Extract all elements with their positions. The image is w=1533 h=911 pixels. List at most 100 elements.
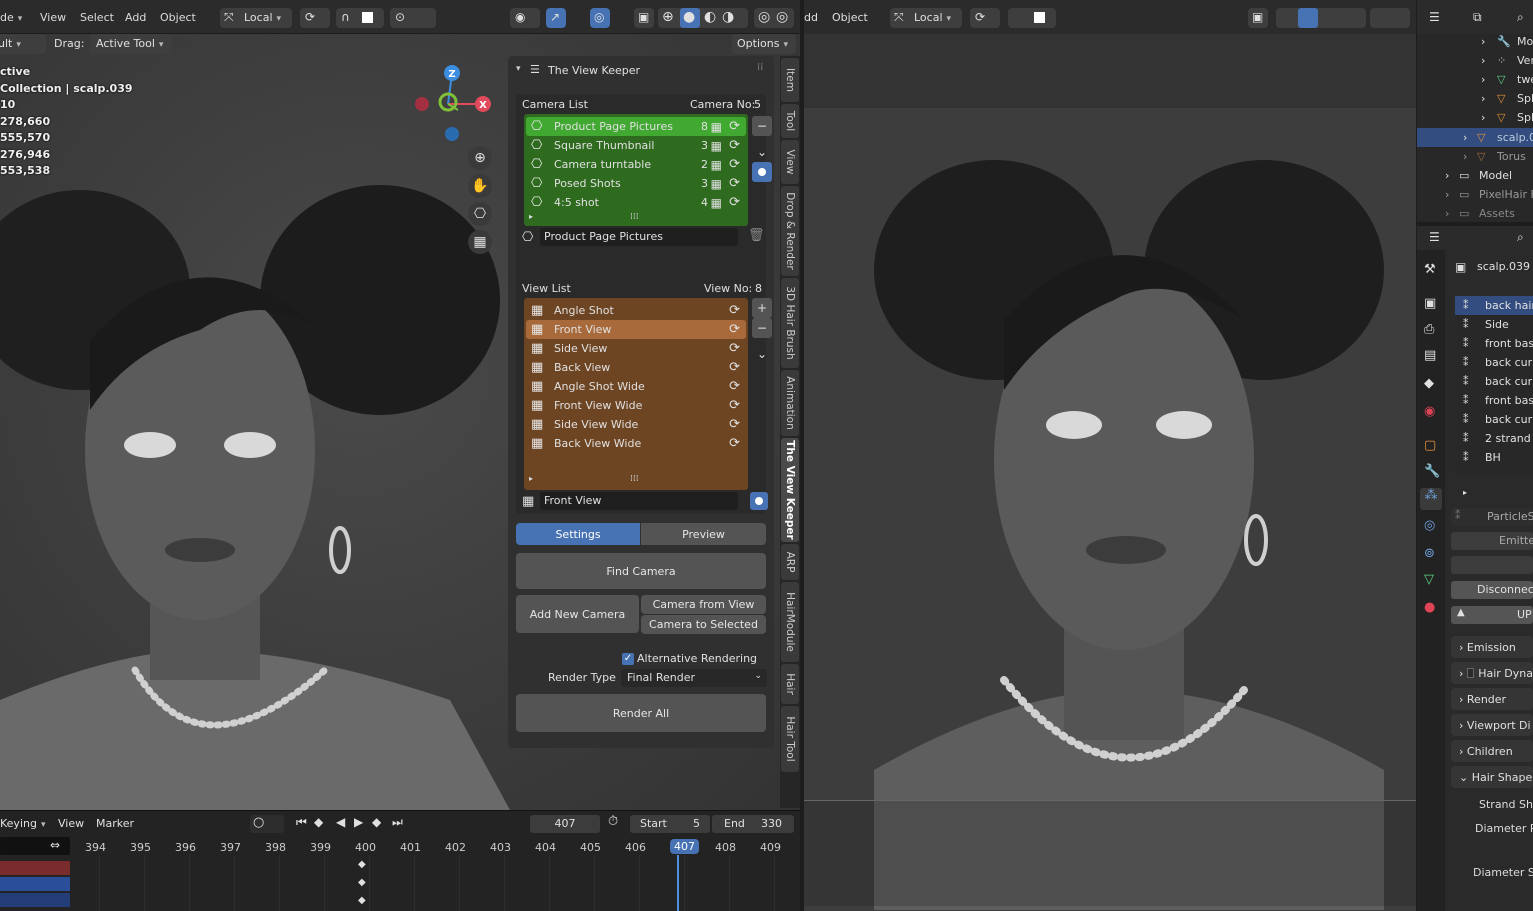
- visibility-dropdown[interactable]: ◉: [510, 8, 540, 28]
- data-tab-icon[interactable]: ▽: [1424, 572, 1434, 587]
- list-item[interactable]: ⁑ back hair: [1455, 296, 1533, 315]
- editor-type-icon[interactable]: ☰: [1429, 230, 1440, 244]
- preset-dropdown[interactable]: ult: [0, 34, 46, 54]
- snap-toggle[interactable]: ∩: [336, 8, 384, 28]
- channel-search-field[interactable]: ⇔: [0, 837, 70, 855]
- tab-animation[interactable]: Animation: [781, 370, 799, 436]
- list-item[interactable]: › ▽ Torus: [1417, 147, 1533, 166]
- frame-number[interactable]: 401: [400, 841, 421, 854]
- list-item[interactable]: ⁑ back curl: [1455, 410, 1533, 429]
- world-tab-icon[interactable]: ◉: [1424, 404, 1435, 419]
- alt-rendering-checkbox[interactable]: ✓: [622, 653, 634, 665]
- find-camera-button[interactable]: Find Camera: [516, 553, 766, 589]
- frame-number[interactable]: 406: [625, 841, 646, 854]
- modifier-tab-icon[interactable]: 🔧: [1424, 464, 1440, 479]
- sync-icon[interactable]: ⟳: [729, 398, 740, 413]
- disconnect-button[interactable]: Disconnec: [1451, 581, 1533, 599]
- camera-to-selected-button[interactable]: Camera to Selected: [641, 615, 766, 634]
- expand-arrow-icon[interactable]: ›: [1445, 207, 1449, 220]
- tab-drop-render[interactable]: Drop & Render: [781, 186, 799, 276]
- tab-hair[interactable]: Hair: [781, 664, 799, 704]
- frame-number[interactable]: 396: [175, 841, 196, 854]
- shading-modes[interactable]: [1276, 8, 1366, 28]
- list-item[interactable]: ▦ Front View Wide ⟳: [526, 396, 746, 415]
- view-list[interactable]: ▦ Angle Shot ⟳ ▦ Front View ⟳ ▦ Side View ⟳ ▦ B…: [524, 298, 748, 490]
- sync-icon[interactable]: ⟳: [729, 303, 740, 318]
- frame-number[interactable]: 407: [670, 839, 699, 854]
- overlay-toggle[interactable]: ◎: [590, 8, 610, 28]
- section-emission[interactable]: › Emission: [1451, 636, 1533, 658]
- wireframe-icon[interactable]: ⊕: [662, 9, 674, 25]
- pivot-dropdown[interactable]: ⟳: [970, 8, 1000, 28]
- navigation-gizmo[interactable]: Z X: [410, 62, 500, 152]
- frame-number[interactable]: 402: [445, 841, 466, 854]
- search-icon[interactable]: ⌕: [1517, 230, 1524, 245]
- orientation-dropdown[interactable]: ⤧ Local: [220, 8, 292, 28]
- render-toggles[interactable]: [1370, 8, 1410, 28]
- list-item[interactable]: ⁑ front bas: [1455, 391, 1533, 410]
- section-hair-shape[interactable]: ⌄ Hair Shape: [1451, 766, 1533, 788]
- view-toggle-button[interactable]: [750, 492, 768, 510]
- remove-view-button[interactable]: −: [752, 318, 772, 338]
- list-item[interactable]: ▦ Side View Wide ⟳: [526, 415, 746, 434]
- search-icon[interactable]: ⌕: [1517, 10, 1524, 25]
- camera-from-view-button[interactable]: Camera from View: [641, 595, 766, 614]
- menu-view[interactable]: View: [40, 11, 66, 24]
- grid-icon[interactable]: ▦: [468, 230, 492, 254]
- tab-item[interactable]: Item: [781, 58, 799, 102]
- sync-icon[interactable]: ⟳: [729, 379, 740, 394]
- expand-arrow-icon[interactable]: ▸: [1463, 488, 1467, 497]
- playhead-line[interactable]: [677, 855, 679, 911]
- view-layer-tab-icon[interactable]: ▤: [1424, 348, 1436, 363]
- list-item[interactable]: ›▽twe: [1417, 70, 1533, 89]
- sync-icon[interactable]: ⟳: [729, 195, 740, 210]
- expand-arrow-icon[interactable]: ›: [1481, 92, 1485, 105]
- tab-preview[interactable]: Preview: [641, 523, 766, 545]
- particles-tab-icon[interactable]: ⁂: [1420, 488, 1442, 510]
- panel-collapse-icon[interactable]: ▾: [516, 64, 521, 74]
- character-model[interactable]: [0, 180, 510, 810]
- object-tab-icon[interactable]: ▢: [1424, 438, 1436, 453]
- solid-shading-button[interactable]: ●: [680, 8, 700, 28]
- add-new-camera-button[interactable]: Add New Camera: [516, 595, 639, 633]
- render-tab-icon[interactable]: ▣: [1424, 296, 1436, 311]
- menu-add[interactable]: Add: [125, 11, 146, 24]
- physics-tab-icon[interactable]: ◎: [1424, 518, 1435, 533]
- sync-icon[interactable]: ⟳: [729, 322, 740, 337]
- expand-arrow-icon[interactable]: ▸: [529, 474, 533, 483]
- menu-select[interactable]: Select: [80, 11, 114, 24]
- emitter-dropdown[interactable]: Emitte: [1451, 532, 1533, 550]
- list-item[interactable]: › ▭ Assets: [1417, 204, 1533, 223]
- list-item[interactable]: ⁑ Side: [1455, 315, 1533, 334]
- particle-system-list[interactable]: ⁑ back hair ⁑ Side ⁑ front bas ⁑ back curl ⁑…: [1455, 296, 1533, 474]
- keyframe-diamond[interactable]: ◆: [358, 877, 366, 888]
- output-tab-icon[interactable]: ⎙: [1424, 322, 1434, 337]
- frame-number[interactable]: 400: [355, 841, 376, 854]
- orientation-dropdown[interactable]: ⤧ Local: [890, 8, 962, 28]
- frame-number[interactable]: 395: [130, 841, 151, 854]
- list-item[interactable]: ⎔ Camera turntable 2 ▦ ⟳: [526, 155, 746, 174]
- active-view-field[interactable]: Front View: [540, 492, 738, 510]
- list-item[interactable]: ⎔ Product Page Pictures 8 ▦ ⟳: [526, 117, 746, 136]
- tab-view[interactable]: View: [781, 140, 799, 184]
- move-down-button[interactable]: ⌄: [752, 344, 772, 364]
- trash-icon[interactable]: 🗑: [748, 228, 765, 243]
- frame-number[interactable]: 405: [580, 841, 601, 854]
- sync-icon[interactable]: ⟳: [729, 417, 740, 432]
- drag-handle-icon[interactable]: ⁞⁞: [757, 62, 763, 73]
- section-render[interactable]: › Render: [1451, 688, 1533, 710]
- proportional-toggle[interactable]: ⊙: [390, 8, 436, 28]
- list-item[interactable]: ⁑ front bas: [1455, 334, 1533, 353]
- list-item[interactable]: ›▽Sph: [1417, 108, 1533, 127]
- list-item[interactable]: › ▭ Model: [1417, 166, 1533, 185]
- neg-z-handle[interactable]: [445, 127, 459, 141]
- neg-x-handle[interactable]: [415, 97, 429, 111]
- material-preview-icon[interactable]: ◐: [704, 9, 716, 25]
- editor-type-icon[interactable]: ☰: [1429, 10, 1440, 24]
- list-item[interactable]: ⎔ Posed Shots 3 ▦ ⟳: [526, 174, 746, 193]
- active-camera-field[interactable]: Product Page Pictures: [540, 228, 738, 246]
- properties-editor[interactable]: ☰ ⌕ ⚒ ▣ ⎙ ▤ ◆ ◉ ▢ 🔧 ⁂ ◎ ⊚ ▽ ● ▣ scalp.03…: [1417, 226, 1533, 911]
- list-item[interactable]: ▦ Front View ⟳: [526, 320, 746, 339]
- camera-view-icon[interactable]: ⎔: [468, 202, 492, 226]
- shading-modes[interactable]: ⊕ ● ◐ ◑: [658, 8, 748, 28]
